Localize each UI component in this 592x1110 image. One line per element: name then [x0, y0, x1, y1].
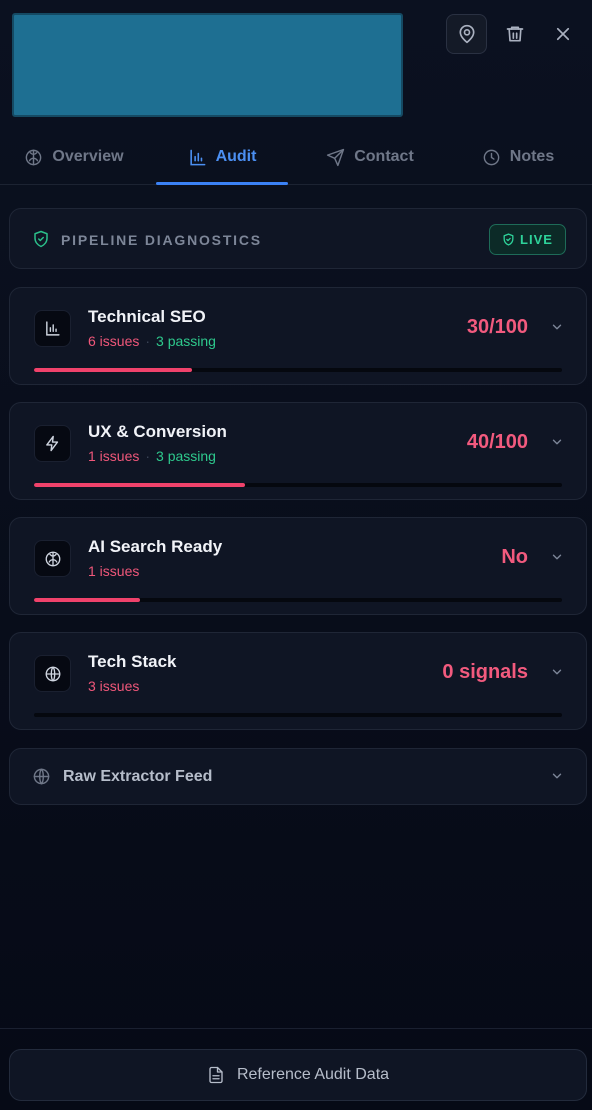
section-meta: 1 issues · 3 passing — [88, 448, 216, 464]
section-score: 0 signals — [442, 661, 528, 683]
section-tech-stack[interactable]: Tech Stack 3 issues 0 signals — [9, 632, 587, 730]
score-bar-fill — [34, 598, 140, 602]
audit-panel: Overview Audit Contact Notes PIPELINE DI… — [0, 0, 592, 1110]
chevron-down-icon — [552, 439, 562, 445]
issues-count: 1 issues — [88, 563, 140, 579]
meta-separator: · — [145, 448, 151, 464]
section-meta: 1 issues — [88, 563, 139, 579]
passing-count: 3 passing — [156, 448, 216, 464]
section-title: Tech Stack — [88, 652, 177, 671]
tab-overview[interactable]: Overview — [0, 130, 148, 184]
document-icon — [209, 1066, 223, 1084]
tab-label: Contact — [354, 148, 414, 165]
section-title: UX & Conversion — [88, 422, 227, 441]
live-badge: LIVE — [489, 224, 566, 255]
chevron-down-icon — [552, 554, 562, 560]
chevron-down-icon — [552, 669, 562, 675]
section-title: Technical SEO — [88, 307, 206, 326]
lightning-icon — [46, 435, 59, 452]
meta-separator: · — [145, 333, 151, 349]
footer-divider — [0, 1028, 592, 1029]
tab-audit[interactable]: Audit — [148, 130, 296, 185]
chevron-down-icon — [552, 324, 562, 330]
section-technical-seo[interactable]: Technical SEO 6 issues · 3 passing 30/10… — [9, 287, 587, 385]
bar-chart-icon — [46, 321, 60, 336]
section-meta: 3 issues — [88, 678, 139, 694]
clock-icon — [483, 149, 500, 165]
tab-label: Audit — [215, 148, 257, 165]
panel-header — [0, 0, 592, 130]
section-icon — [34, 540, 71, 577]
site-thumbnail[interactable] — [12, 13, 403, 117]
section-title: AI Search Ready — [88, 537, 223, 556]
section-icon — [34, 310, 71, 347]
tab-label: Overview — [52, 148, 124, 165]
diagnostics-title: PIPELINE DIAGNOSTICS — [61, 232, 262, 248]
chevron-down-icon — [552, 773, 562, 779]
bar-chart-icon — [189, 149, 205, 165]
section-icon — [34, 655, 71, 692]
close-icon — [556, 27, 570, 41]
globe-icon — [45, 666, 60, 681]
section-score: No — [501, 546, 528, 568]
raw-extractor-feed[interactable]: Raw Extractor Feed — [9, 748, 587, 805]
score-bar — [34, 598, 562, 602]
brain-icon — [26, 149, 42, 165]
passing-count: 3 passing — [156, 333, 216, 349]
issues-count: 6 issues — [88, 333, 140, 349]
score-bar-fill — [34, 483, 246, 487]
issues-count: 3 issues — [88, 678, 140, 694]
reference-audit-data-button[interactable]: Reference Audit Data — [9, 1049, 587, 1101]
section-score: 40/100 — [466, 431, 528, 453]
delete-button[interactable] — [501, 19, 529, 49]
shield-check-icon — [34, 230, 48, 248]
score-bar-fill — [34, 368, 193, 372]
tab-bar: Overview Audit Contact Notes — [0, 130, 592, 185]
brain-icon — [45, 551, 60, 566]
issues-count: 1 issues — [88, 448, 140, 464]
section-meta: 6 issues · 3 passing — [88, 333, 216, 349]
shield-check-icon — [503, 233, 514, 246]
map-pin-icon — [459, 24, 474, 44]
tab-contact[interactable]: Contact — [296, 130, 444, 184]
tab-label: Notes — [509, 148, 555, 165]
send-icon — [327, 148, 345, 166]
locate-button[interactable] — [446, 14, 487, 54]
trash-icon — [506, 26, 524, 42]
section-ai-search-ready[interactable]: AI Search Ready 1 issues No — [9, 517, 587, 615]
score-bar — [34, 483, 562, 487]
live-badge-label: LIVE — [520, 232, 553, 247]
raw-feed-title: Raw Extractor Feed — [63, 768, 213, 785]
globe-icon — [33, 768, 50, 785]
section-ux-conversion[interactable]: UX & Conversion 1 issues · 3 passing 40/… — [9, 402, 587, 500]
close-button[interactable] — [550, 19, 576, 49]
reference-button-label: Reference Audit Data — [236, 1066, 390, 1083]
section-score: 30/100 — [466, 316, 528, 338]
pipeline-diagnostics-card: PIPELINE DIAGNOSTICS LIVE — [9, 208, 587, 269]
score-bar — [34, 368, 562, 372]
score-bar — [34, 713, 562, 717]
section-icon — [34, 425, 71, 462]
tab-notes[interactable]: Notes — [444, 130, 592, 184]
